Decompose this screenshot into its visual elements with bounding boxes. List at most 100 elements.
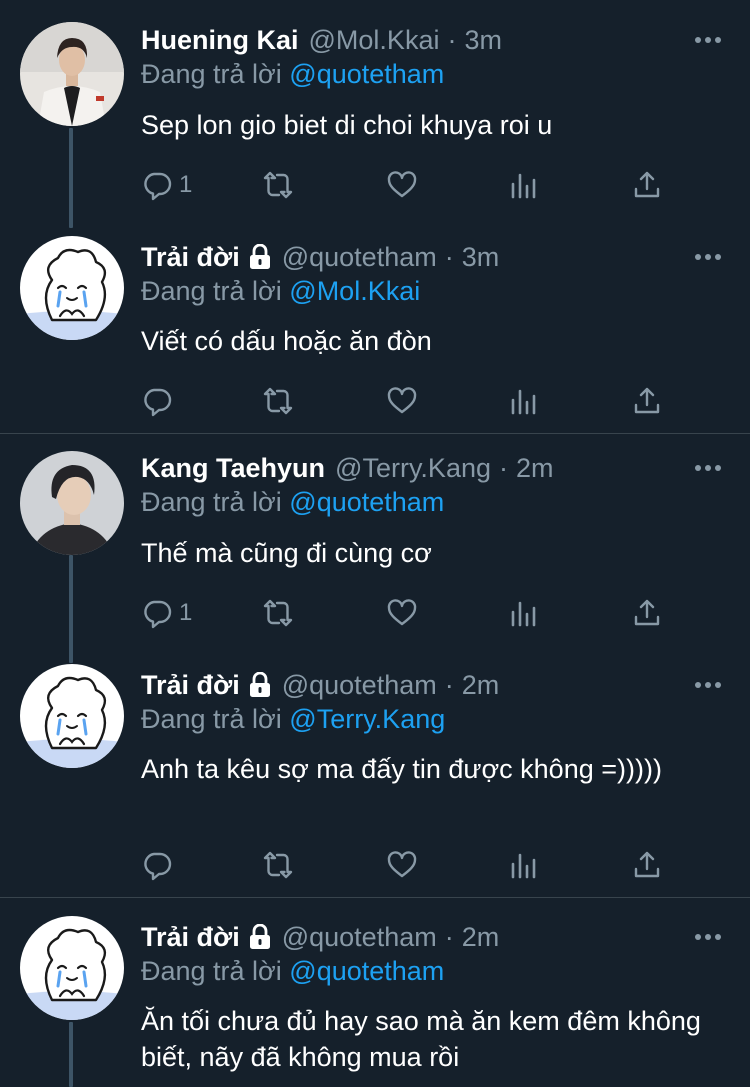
avatar-cartoon xyxy=(20,236,124,340)
username[interactable]: @quotetham xyxy=(282,922,437,953)
tweet[interactable]: Kang Taehyun @Terry.Kang · 2m Đang trả l… xyxy=(0,434,750,662)
reply-mention-link[interactable]: @quotetham xyxy=(289,487,444,517)
tweet-text: Thế mà cũng đi cùng cơ xyxy=(141,538,432,568)
tweet-actions: 1 xyxy=(141,167,701,203)
like-button[interactable] xyxy=(386,595,418,631)
tweet-header: Kang Taehyun @Terry.Kang · 2m xyxy=(141,450,554,486)
analytics-button[interactable] xyxy=(508,595,540,631)
separator-dot: · xyxy=(447,24,457,55)
more-options-icon[interactable] xyxy=(692,247,724,267)
analytics-button[interactable] xyxy=(508,383,540,419)
tweet-text: Sep lon gio biet di choi khuya roi u xyxy=(141,110,553,140)
avatar[interactable] xyxy=(20,22,124,126)
tweet-text: Anh ta kêu sợ ma đấy tin được không =)))… xyxy=(141,754,662,784)
lock-icon xyxy=(248,244,272,270)
tweet[interactable]: Trải đời @quotetham · 3m Đang trả lời @M… xyxy=(0,228,750,433)
tweet[interactable]: Huening Kai @Mol.Kkai · 3m Đang trả lời … xyxy=(0,0,750,228)
share-icon xyxy=(634,599,660,626)
avatar-photo xyxy=(20,22,124,126)
retweet-button[interactable] xyxy=(262,847,294,883)
retweet-icon xyxy=(263,599,293,627)
heart-icon xyxy=(387,171,417,198)
tweet[interactable]: Trải đời @quotetham · 2m Đang trả lời @q… xyxy=(0,898,750,1087)
tweet[interactable]: Trải đời @quotetham · 2m Đang trả lời @T… xyxy=(0,662,750,897)
timestamp[interactable]: 3m xyxy=(464,25,502,56)
share-icon xyxy=(634,851,660,878)
display-name[interactable]: Huening Kai xyxy=(141,25,299,56)
tweet-actions xyxy=(141,383,701,419)
like-button[interactable] xyxy=(386,847,418,883)
reply-mention-link[interactable]: @Mol.Kkai xyxy=(289,276,420,306)
reply-button[interactable] xyxy=(141,847,179,883)
more-options-icon[interactable] xyxy=(692,675,724,695)
like-button[interactable] xyxy=(386,167,418,203)
display-name[interactable]: Trải đời xyxy=(141,242,240,273)
analytics-button[interactable] xyxy=(508,167,540,203)
avatar[interactable] xyxy=(20,664,124,768)
retweet-button[interactable] xyxy=(262,167,294,203)
analytics-button[interactable] xyxy=(508,847,540,883)
timestamp[interactable]: 2m xyxy=(462,670,500,701)
avatar[interactable] xyxy=(20,916,124,1020)
replying-to: Đang trả lời @quotetham xyxy=(141,59,444,90)
more-options-icon[interactable] xyxy=(692,30,724,50)
tweet-header: Trải đời @quotetham · 2m xyxy=(141,919,499,955)
display-name[interactable]: Trải đời xyxy=(141,922,240,953)
separator-dot: · xyxy=(444,241,454,272)
heart-icon xyxy=(387,851,417,878)
username[interactable]: @quotetham xyxy=(282,242,437,273)
lock-icon xyxy=(248,924,272,950)
retweet-button[interactable] xyxy=(262,595,294,631)
heart-icon xyxy=(387,387,417,414)
separator-dot: · xyxy=(499,452,508,483)
reply-button[interactable]: 1 xyxy=(141,595,192,631)
replying-to: Đang trả lời @Terry.Kang xyxy=(141,704,445,735)
avatar[interactable] xyxy=(20,236,124,340)
reply-icon xyxy=(144,388,172,417)
timestamp[interactable]: 3m xyxy=(462,242,500,273)
avatar-photo xyxy=(20,451,124,555)
username[interactable]: @Terry.Kang xyxy=(335,453,491,484)
timestamp[interactable]: 2m xyxy=(462,922,500,953)
reply-icon xyxy=(144,852,172,881)
share-button[interactable] xyxy=(631,595,663,631)
share-button[interactable] xyxy=(631,167,663,203)
replying-to: Đang trả lời @quotetham xyxy=(141,487,444,518)
retweet-icon xyxy=(263,387,293,415)
reply-icon xyxy=(144,172,172,201)
heart-icon xyxy=(387,599,417,626)
replying-prefix: Đang trả lời xyxy=(141,956,282,986)
retweet-icon xyxy=(263,851,293,879)
username[interactable]: @quotetham xyxy=(282,670,437,701)
timestamp[interactable]: 2m xyxy=(516,453,554,484)
replying-prefix: Đang trả lời xyxy=(141,704,282,734)
avatar-cartoon xyxy=(20,664,124,768)
reply-mention-link[interactable]: @Terry.Kang xyxy=(289,704,445,734)
display-name[interactable]: Trải đời xyxy=(141,670,240,701)
like-button[interactable] xyxy=(386,383,418,419)
avatar[interactable] xyxy=(20,451,124,555)
replying-prefix: Đang trả lời xyxy=(141,487,282,517)
analytics-icon xyxy=(511,601,536,627)
tweet-header: Huening Kai @Mol.Kkai · 3m xyxy=(141,22,502,58)
more-options-icon[interactable] xyxy=(692,458,724,478)
analytics-icon xyxy=(511,173,536,199)
reply-button[interactable] xyxy=(141,383,179,419)
reply-mention-link[interactable]: @quotetham xyxy=(289,956,444,986)
separator-dot: · xyxy=(444,669,454,700)
tweet-text: Viết có dấu hoặc ăn đòn xyxy=(141,326,432,356)
reply-button[interactable]: 1 xyxy=(141,167,192,203)
tweet-header: Trải đời @quotetham · 2m xyxy=(141,667,499,703)
share-icon xyxy=(634,171,660,198)
share-button[interactable] xyxy=(631,383,663,419)
tweet-header: Trải đời @quotetham · 3m xyxy=(141,239,499,275)
username[interactable]: @Mol.Kkai xyxy=(309,25,440,56)
display-name[interactable]: Kang Taehyun xyxy=(141,453,325,484)
replying-to: Đang trả lời @Mol.Kkai xyxy=(141,276,420,307)
reply-mention-link[interactable]: @quotetham xyxy=(289,59,444,89)
more-options-icon[interactable] xyxy=(692,927,724,947)
share-button[interactable] xyxy=(631,847,663,883)
replying-to: Đang trả lời @quotetham xyxy=(141,956,444,987)
retweet-button[interactable] xyxy=(262,383,294,419)
reply-count: 1 xyxy=(179,171,193,198)
